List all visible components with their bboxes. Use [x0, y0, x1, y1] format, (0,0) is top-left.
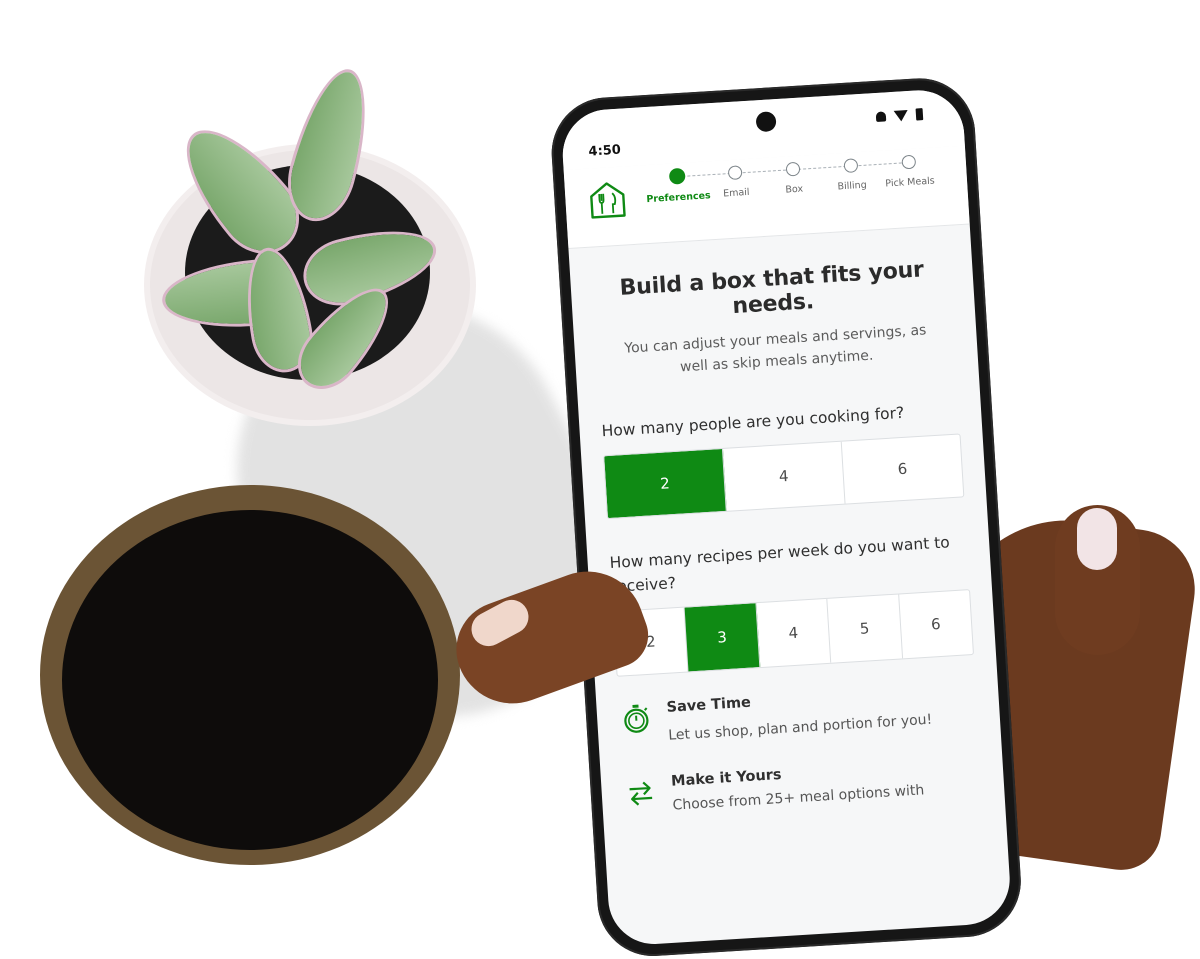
step-dot [785, 161, 801, 177]
feature-title: Save Time [666, 694, 752, 716]
step-label: Pick Meals [885, 175, 936, 190]
main-content: Build a box that fits your needs. You ca… [568, 224, 1004, 817]
people-option-2[interactable]: 2 [604, 448, 727, 519]
system-icons [875, 108, 924, 123]
people-selector: 2 4 6 [603, 433, 965, 520]
feature-make-it-yours: Make it Yours Choose from 25+ meal optio… [623, 755, 983, 817]
feature-description: Let us shop, plan and portion for you! [667, 711, 933, 744]
page-subtitle: You can adjust your meals and servings, … [623, 322, 927, 376]
people-option-4[interactable]: 4 [722, 441, 846, 511]
recipes-selector: 2 3 4 5 6 [612, 589, 975, 677]
recipes-option-6[interactable]: 6 [899, 590, 973, 658]
feature-text: Save Time Let us shop, plan and portion … [666, 684, 932, 744]
step-dot [668, 167, 686, 185]
phone-screen: 4:50 Preferences Email Box Billing Pick … [560, 87, 1013, 947]
battery-icon [915, 108, 924, 121]
step-dot [843, 158, 859, 174]
step-dot [727, 165, 743, 181]
step-dot [901, 154, 917, 170]
stopwatch-icon [624, 704, 649, 733]
recipes-option-5[interactable]: 5 [827, 594, 903, 663]
home-chef-logo-icon[interactable] [586, 178, 628, 220]
wifi-icon [893, 109, 909, 122]
swap-arrows-icon [629, 781, 653, 806]
front-camera [755, 111, 777, 133]
people-option-6[interactable]: 6 [842, 434, 964, 503]
phone: 4:50 Preferences Email Box Billing Pick … [548, 75, 1025, 959]
step-pick-meals[interactable]: Pick Meals [873, 151, 945, 190]
recipes-question: How many recipes per week do you want to… [609, 533, 951, 596]
progress-steps: Preferences Email Box Billing Pick Meals [646, 150, 955, 228]
recipes-option-4[interactable]: 4 [756, 598, 832, 668]
recipes-option-3[interactable]: 3 [684, 603, 761, 672]
feature-text: Make it Yours Choose from 25+ meal optio… [671, 758, 925, 814]
feature-save-time: Save Time Let us shop, plan and portion … [618, 681, 978, 747]
page-title: Build a box that fits your needs. [618, 257, 925, 320]
bell-off-icon [875, 111, 887, 122]
finger-nail [1077, 508, 1117, 570]
status-time: 4:50 [588, 142, 622, 160]
coffee [62, 510, 438, 850]
